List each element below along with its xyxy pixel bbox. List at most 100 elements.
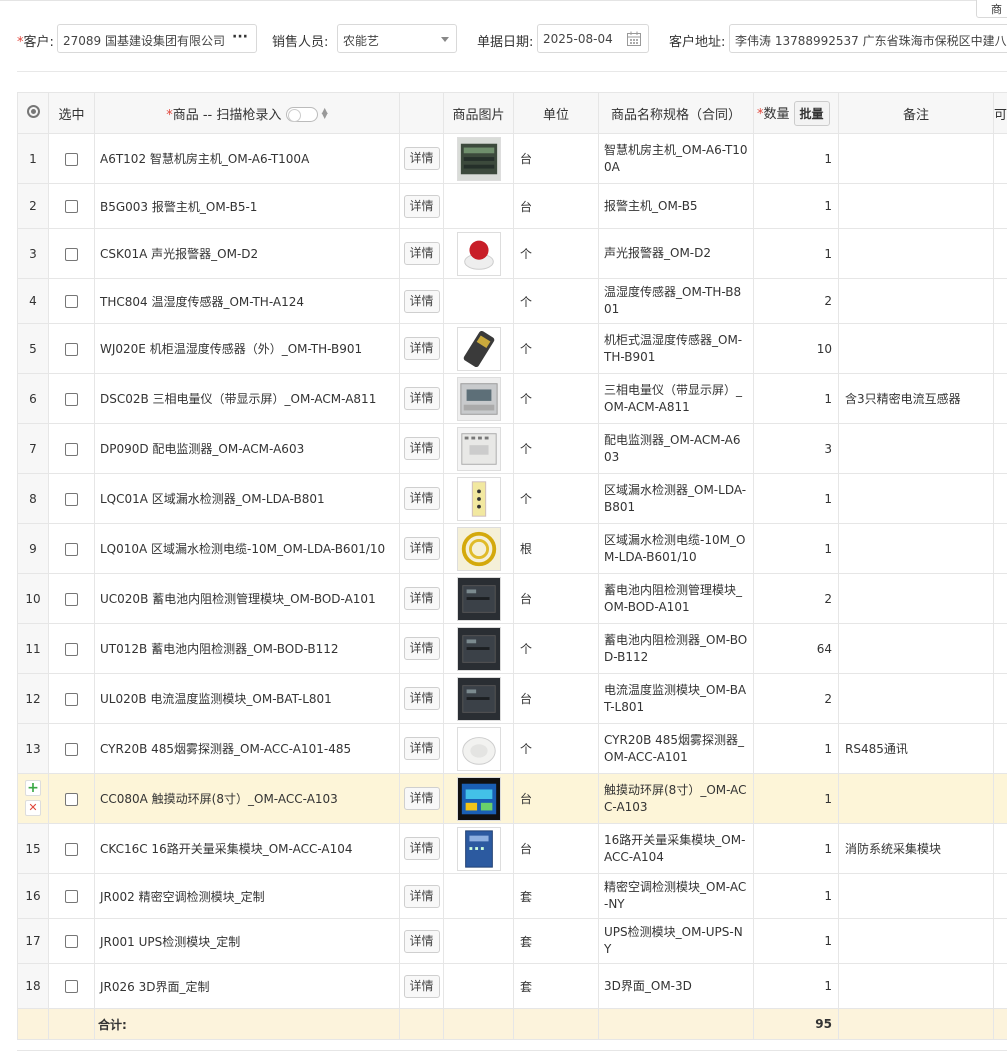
product-thumbnail[interactable] — [456, 626, 501, 671]
product-name[interactable]: CC080A 触摸动环屏(8寸）_OM-ACC-A103 — [94, 773, 400, 824]
table-row[interactable]: 8 LQC01A 区域漏水检测器_OM-LDA-B801 详情 个区域漏水检测器_OM… — [17, 473, 1007, 524]
detail-button[interactable]: 详情 — [403, 687, 440, 710]
salesperson-select[interactable]: 农能艺 — [337, 24, 457, 53]
qty-cell[interactable]: 1 — [753, 183, 839, 229]
date-picker[interactable]: 2025-08-04 — [537, 24, 649, 53]
row-checkbox[interactable] — [65, 935, 78, 948]
detail-button[interactable]: 详情 — [403, 242, 440, 265]
note-cell[interactable] — [838, 523, 994, 574]
table-row[interactable]: 17 JR001 UPS检测模块_定制 详情 套 UPS检测模块_OM-UPS-NY 1 — [17, 918, 1007, 964]
table-row[interactable]: 5 WJ020E 机柜温湿度传感器（外）_OM-TH-B901 详情 个机柜式温湿度传… — [17, 323, 1007, 374]
product-name[interactable]: DSC02B 三相电量仪（带显示屏）_OM-ACM-A811 — [94, 373, 400, 424]
product-name[interactable]: LQC01A 区域漏水检测器_OM-LDA-B801 — [94, 473, 400, 524]
spec-cell[interactable]: 蓄电池内阻检测管理模块_OM-BOD-A101 — [598, 573, 754, 624]
product-name[interactable]: JR026 3D界面_定制 — [94, 963, 400, 1009]
table-row[interactable]: 1 A6T102 智慧机房主机_OM-A6-T100A 详情 台智慧机房主机_OM-A… — [17, 133, 1007, 184]
customer-field[interactable]: 27089 国基建设集团有限公司 ··· — [57, 24, 257, 53]
note-cell[interactable]: 消防系统采集模块 — [838, 823, 994, 874]
product-thumbnail[interactable] — [456, 476, 501, 521]
product-name[interactable]: UC020B 蓄电池内阻检测管理模块_OM-BOD-A101 — [94, 573, 400, 624]
detail-button[interactable]: 详情 — [403, 737, 440, 760]
spec-cell[interactable]: 区域漏水检测电缆-10M_OM-LDA-B601/10 — [598, 523, 754, 574]
spec-cell[interactable]: 机柜式温湿度传感器_OM-TH-B901 — [598, 323, 754, 374]
row-checkbox[interactable] — [65, 247, 78, 261]
detail-button[interactable]: 详情 — [403, 929, 440, 953]
row-checkbox[interactable] — [65, 342, 78, 356]
detail-button[interactable]: 详情 — [403, 787, 440, 810]
table-row[interactable]: 7 DP090D 配电监测器_OM-ACM-A603 详情 个配电监测器_OM-ACM… — [17, 423, 1007, 474]
row-checkbox[interactable] — [65, 200, 78, 213]
table-row[interactable]: 2 B5G003 报警主机_OM-B5-1 详情 台报警主机_OM-B5 1 — [17, 183, 1007, 229]
qty-cell[interactable]: 2 — [753, 278, 839, 324]
row-checkbox[interactable] — [65, 152, 78, 166]
unit-cell[interactable]: 根 — [513, 523, 599, 574]
qty-cell[interactable]: 1 — [753, 873, 839, 919]
product-name[interactable]: CKC16C 16路开关量采集模块_OM-ACC-A104 — [94, 823, 400, 874]
unit-cell[interactable]: 套 — [513, 918, 599, 964]
row-checkbox[interactable] — [65, 980, 78, 993]
spec-cell[interactable]: 精密空调检测模块_OM-AC-NY — [598, 873, 754, 919]
row-checkbox[interactable] — [65, 742, 78, 756]
unit-cell[interactable]: 套 — [513, 963, 599, 1009]
product-thumbnail[interactable] — [456, 136, 501, 181]
note-cell[interactable] — [838, 228, 994, 279]
column-settings-cell[interactable] — [17, 92, 49, 134]
note-cell[interactable] — [838, 918, 994, 964]
qty-cell[interactable]: 2 — [753, 573, 839, 624]
note-cell[interactable] — [838, 133, 994, 184]
product-name[interactable]: CYR20B 485烟雾探测器_OM-ACC-A101-485 — [94, 723, 400, 774]
more-icon[interactable]: ··· — [232, 29, 248, 45]
table-row[interactable]: 13 CYR20B 485烟雾探测器_OM-ACC-A101-485 详情 个 CYR2… — [17, 723, 1007, 774]
detail-button[interactable]: 详情 — [403, 337, 440, 360]
note-cell[interactable] — [838, 673, 994, 724]
table-row[interactable]: 16 JR002 精密空调检测模块_定制 详情 套精密空调检测模块_OM-AC-NY 1 — [17, 873, 1007, 919]
table-row[interactable]: 12 UL020B 电流温度监测模块_OM-BAT-L801 详情 台电流温度监测模块… — [17, 673, 1007, 724]
note-cell[interactable]: RS485通讯 — [838, 723, 994, 774]
product-name[interactable]: JR001 UPS检测模块_定制 — [94, 918, 400, 964]
gear-icon[interactable] — [26, 104, 40, 118]
spec-cell[interactable]: 电流温度监测模块_OM-BAT-L801 — [598, 673, 754, 724]
qty-cell[interactable]: 1 — [753, 918, 839, 964]
product-name[interactable]: JR002 精密空调检测模块_定制 — [94, 873, 400, 919]
spec-cell[interactable]: 3D界面_OM-3D — [598, 963, 754, 1009]
spec-cell[interactable]: 声光报警器_OM-D2 — [598, 228, 754, 279]
detail-button[interactable]: 详情 — [403, 437, 440, 460]
note-cell[interactable] — [838, 773, 994, 824]
unit-cell[interactable]: 台 — [513, 673, 599, 724]
spec-cell[interactable]: UPS检测模块_OM-UPS-NY — [598, 918, 754, 964]
row-checkbox[interactable] — [65, 392, 78, 406]
detail-button[interactable]: 详情 — [403, 147, 440, 170]
qty-cell[interactable]: 1 — [753, 523, 839, 574]
product-name[interactable]: THC804 温湿度传感器_OM-TH-A124 — [94, 278, 400, 324]
detail-button[interactable]: 详情 — [403, 587, 440, 610]
qty-cell[interactable]: 1 — [753, 473, 839, 524]
unit-cell[interactable]: 台 — [513, 773, 599, 824]
table-row[interactable]: 10 UC020B 蓄电池内阻检测管理模块_OM-BOD-A101 详情 台蓄电池内阻… — [17, 573, 1007, 624]
note-cell[interactable]: 含3只精密电流互感器 — [838, 373, 994, 424]
qty-cell[interactable]: 64 — [753, 623, 839, 674]
detail-button[interactable]: 详情 — [403, 387, 440, 410]
row-checkbox[interactable] — [65, 442, 78, 456]
unit-cell[interactable]: 个 — [513, 323, 599, 374]
detail-button[interactable]: 详情 — [403, 974, 440, 998]
spec-cell[interactable]: 报警主机_OM-B5 — [598, 183, 754, 229]
unit-cell[interactable]: 套 — [513, 873, 599, 919]
product-thumbnail[interactable] — [456, 376, 501, 421]
product-thumbnail[interactable] — [456, 426, 501, 471]
unit-cell[interactable]: 个 — [513, 228, 599, 279]
detail-button[interactable]: 详情 — [403, 487, 440, 510]
detail-button[interactable]: 详情 — [403, 637, 440, 660]
unit-cell[interactable]: 台 — [513, 183, 599, 229]
table-row[interactable]: 3 CSK01A 声光报警器_OM-D2 详情 个声光报警器_OM-D2 1 — [17, 228, 1007, 279]
product-name[interactable]: UT012B 蓄电池内阻检测器_OM-BOD-B112 — [94, 623, 400, 674]
detail-button[interactable]: 详情 — [403, 537, 440, 560]
spec-cell[interactable]: 温湿度传感器_OM-TH-B801 — [598, 278, 754, 324]
row-checkbox[interactable] — [65, 792, 78, 806]
detail-button[interactable]: 详情 — [403, 884, 440, 908]
spec-cell[interactable]: 16路开关量采集模块_OM-ACC-A104 — [598, 823, 754, 874]
detail-button[interactable]: 详情 — [403, 837, 440, 860]
sort-icon[interactable]: ▲ ▼ — [322, 106, 328, 119]
table-row[interactable]: 6 DSC02B 三相电量仪（带显示屏）_OM-ACM-A811 详情 个三相电量仪（… — [17, 373, 1007, 424]
row-checkbox[interactable] — [65, 642, 78, 656]
row-checkbox[interactable] — [65, 592, 78, 606]
